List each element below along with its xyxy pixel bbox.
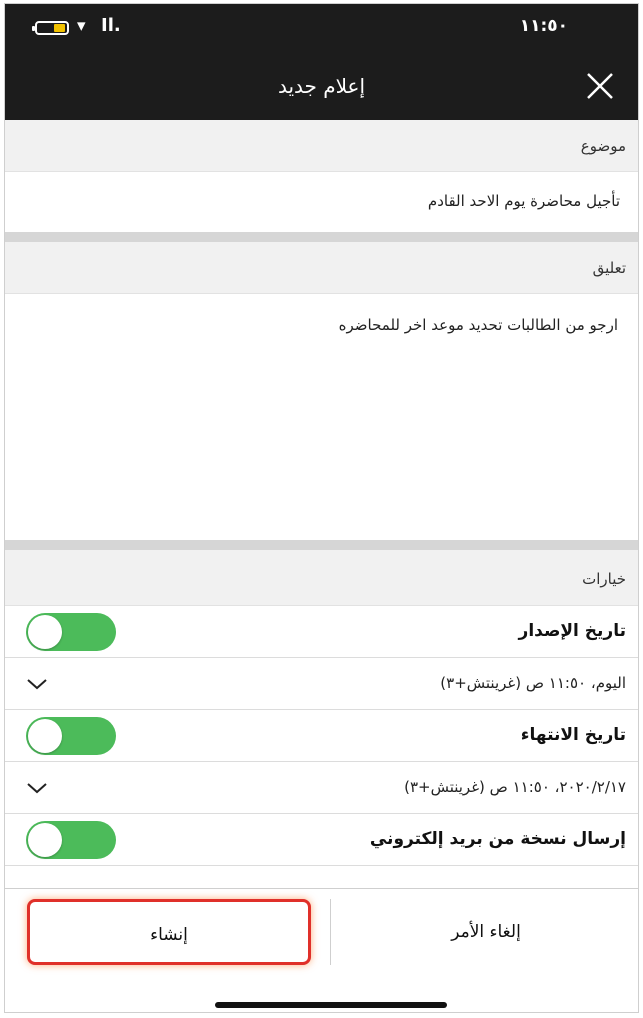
- issue-date-value: اليوم، ١١:٥٠ ص (غرينتش+٣): [440, 674, 626, 692]
- chevron-down-icon[interactable]: [26, 678, 48, 690]
- comment-value: ارجو من الطالبات تحديد موعد اخر للمحاضره: [338, 316, 618, 334]
- issue-date-toggle[interactable]: [26, 613, 116, 651]
- wifi-icon: ▾: [77, 16, 86, 36]
- subject-header-label: موضوع: [580, 137, 626, 155]
- end-date-value: ٢٠٢٠/٢/١٧، ١١:٥٠ ص (غرينتش+٣): [404, 778, 626, 796]
- options-header-label: خيارات: [582, 570, 626, 588]
- issue-date-label: تاريخ الإصدار: [518, 621, 626, 641]
- subject-value: تأجيل محاضرة يوم الاحد القادم: [427, 192, 620, 210]
- signal-icon: Il.: [101, 15, 121, 36]
- close-icon[interactable]: [584, 70, 616, 102]
- battery-icon: [32, 21, 69, 35]
- options-header: خيارات: [5, 550, 638, 606]
- nav-bar: إعلام جديد: [5, 50, 638, 120]
- comment-header-label: تعليق: [592, 259, 626, 277]
- section-divider: [5, 232, 638, 242]
- page-title: إعلام جديد: [277, 74, 366, 98]
- status-bar: ▾ Il. ١١:٥٠: [5, 4, 638, 50]
- comment-field[interactable]: ارجو من الطالبات تحديد موعد اخر للمحاضره: [5, 294, 638, 540]
- action-bar: إنشاء إلغاء الأمر: [5, 888, 638, 1012]
- end-date-toggle[interactable]: [26, 717, 116, 755]
- home-indicator: [215, 1002, 447, 1008]
- phone-screen: ▾ Il. ١١:٥٠ إعلام جديد موضوع تأجيل محاضر…: [4, 3, 639, 1013]
- email-copy-label: إرسال نسخة من بريد إلكتروني: [369, 829, 626, 849]
- email-copy-row: إرسال نسخة من بريد إلكتروني: [5, 814, 638, 866]
- issue-date-value-row[interactable]: اليوم، ١١:٥٠ ص (غرينتش+٣): [5, 658, 638, 710]
- end-date-label: تاريخ الانتهاء: [520, 725, 626, 745]
- end-date-value-row[interactable]: ٢٠٢٠/٢/١٧، ١١:٥٠ ص (غرينتش+٣): [5, 762, 638, 814]
- chevron-down-icon[interactable]: [26, 782, 48, 794]
- end-date-row: تاريخ الانتهاء: [5, 710, 638, 762]
- subject-header: موضوع: [5, 120, 638, 172]
- section-divider: [5, 540, 638, 550]
- subject-field[interactable]: تأجيل محاضرة يوم الاحد القادم: [5, 172, 638, 232]
- cancel-button[interactable]: إلغاء الأمر: [330, 899, 638, 965]
- issue-date-row: تاريخ الإصدار: [5, 606, 638, 658]
- comment-header: تعليق: [5, 242, 638, 294]
- email-copy-toggle[interactable]: [26, 821, 116, 859]
- create-button[interactable]: إنشاء: [27, 899, 311, 965]
- status-time: ١١:٥٠: [519, 16, 568, 36]
